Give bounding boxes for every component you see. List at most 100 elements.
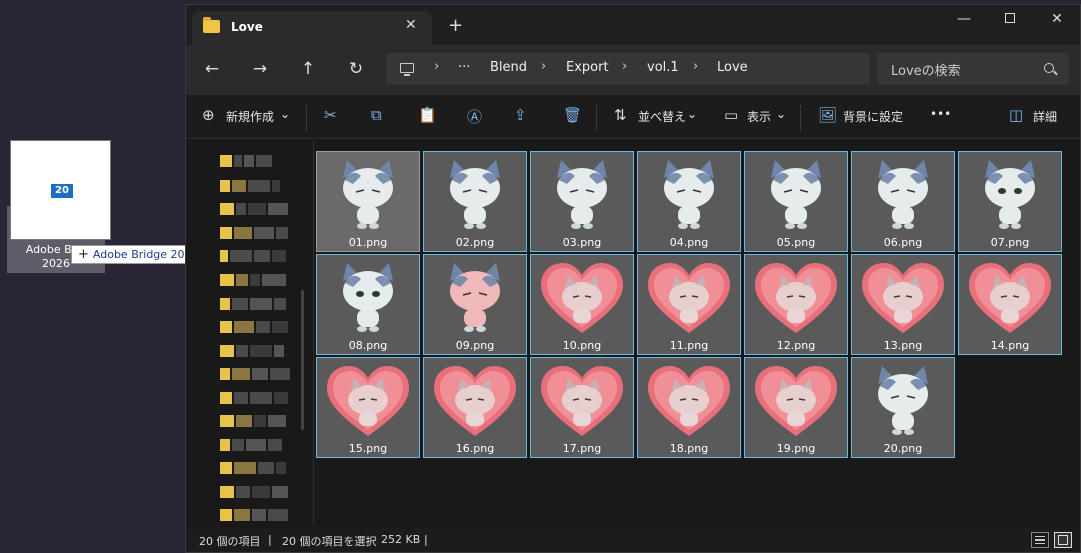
- status-bar: 20 個の項目 | 20 個の項目を選択 252 KB |: [186, 528, 1080, 552]
- file-item[interactable]: 01.png: [316, 151, 420, 252]
- blurred-pixel: [262, 274, 286, 286]
- chevron-right-icon[interactable]: ›: [434, 59, 439, 74]
- blurred-pixel: [268, 415, 286, 427]
- file-name: 12.png: [776, 339, 816, 352]
- delete-icon[interactable]: 🗑: [563, 106, 582, 124]
- file-grid[interactable]: 01.png 02.png 03.png 04.png 05.png 06.png 07.p…: [315, 140, 1080, 525]
- breadcrumb-blend[interactable]: Blend: [490, 60, 527, 75]
- file-name: 20.png: [883, 442, 923, 455]
- view-icon: ▭: [724, 106, 739, 124]
- folder-icon: [203, 17, 220, 33]
- search-icon[interactable]: [1044, 63, 1054, 73]
- sidebar-scrollbar[interactable]: [301, 290, 304, 430]
- plus-icon: +: [78, 247, 89, 262]
- chevron-down-icon[interactable]: ⌄: [687, 107, 697, 121]
- refresh-button[interactable]: ↻: [346, 59, 366, 79]
- blurred-pixel: [220, 345, 234, 357]
- divider: [596, 105, 597, 131]
- file-item[interactable]: 04.png: [637, 151, 741, 252]
- file-item[interactable]: 13.png: [851, 254, 955, 355]
- chevron-down-icon[interactable]: ⌄: [776, 107, 786, 121]
- blurred-pixel: [272, 321, 288, 333]
- list-icon: [1035, 536, 1045, 544]
- paste-icon[interactable]: 📋: [418, 106, 437, 124]
- file-item[interactable]: 02.png: [423, 151, 527, 252]
- file-item[interactable]: 08.png: [316, 254, 420, 355]
- blurred-pixel: [252, 368, 268, 380]
- file-item[interactable]: 14.png: [958, 254, 1062, 355]
- file-thumbnail: [751, 154, 841, 236]
- file-thumbnail: [430, 360, 520, 442]
- file-thumbnail: [858, 360, 948, 442]
- file-item[interactable]: 17.png: [530, 357, 634, 458]
- file-name: 07.png: [990, 236, 1030, 249]
- large-icons-view-button[interactable]: [1054, 532, 1072, 548]
- blurred-pixel: [220, 274, 234, 286]
- close-tab-icon[interactable]: ✕: [405, 17, 417, 33]
- search-box[interactable]: Loveの検索: [877, 53, 1069, 85]
- blurred-pixel: [256, 321, 270, 333]
- drag-thumbnail: 20: [10, 140, 111, 240]
- rename-icon[interactable]: Ⓐ: [467, 106, 482, 127]
- breadcrumb-overflow[interactable]: ···: [458, 60, 470, 75]
- file-item[interactable]: 19.png: [744, 357, 848, 458]
- details-icon: ◫: [1009, 106, 1024, 124]
- back-button[interactable]: ←: [202, 59, 222, 79]
- tab-title: Love: [231, 20, 263, 34]
- blurred-pixel: [254, 415, 266, 427]
- set-as-background-button[interactable]: 背景に設定: [843, 108, 903, 125]
- new-tab-button[interactable]: +: [448, 15, 463, 36]
- maximize-button[interactable]: [987, 11, 1033, 27]
- cut-icon[interactable]: ✂: [324, 106, 337, 124]
- copy-icon[interactable]: ⧉: [371, 106, 382, 124]
- forward-button[interactable]: →: [250, 59, 270, 79]
- file-explorer-window: Love ✕ + — ✕ ← → ↑ ↻ › ··· Blend › Expor…: [185, 4, 1081, 553]
- view-button[interactable]: 表示: [747, 108, 771, 125]
- file-item[interactable]: 20.png: [851, 357, 955, 458]
- share-icon[interactable]: ⇪: [514, 106, 527, 124]
- chevron-right-icon[interactable]: ›: [541, 59, 546, 74]
- blurred-pixel: [234, 392, 248, 404]
- details-view-button[interactable]: [1031, 532, 1049, 548]
- blurred-pixel: [274, 345, 284, 357]
- blurred-pixel: [234, 462, 256, 474]
- chevron-right-icon[interactable]: ›: [693, 59, 698, 74]
- file-item[interactable]: 06.png: [851, 151, 955, 252]
- tab-love[interactable]: Love ✕: [192, 11, 432, 45]
- blurred-pixel: [234, 155, 242, 167]
- details-button[interactable]: 詳細: [1033, 108, 1057, 125]
- file-item[interactable]: 10.png: [530, 254, 634, 355]
- sort-button[interactable]: 並べ替え: [638, 108, 686, 125]
- breadcrumb-vol1[interactable]: vol.1: [647, 60, 679, 75]
- navigation-pane[interactable]: [186, 140, 314, 525]
- blurred-pixel: [232, 298, 248, 310]
- close-button[interactable]: ✕: [1034, 11, 1080, 27]
- file-item[interactable]: 16.png: [423, 357, 527, 458]
- file-item[interactable]: 11.png: [637, 254, 741, 355]
- breadcrumb-export[interactable]: Export: [566, 60, 609, 75]
- drag-count-badge: 20: [51, 184, 73, 198]
- file-thumbnail: [858, 257, 948, 339]
- file-item[interactable]: 18.png: [637, 357, 741, 458]
- blurred-pixel: [234, 321, 254, 333]
- minimize-button[interactable]: —: [941, 11, 987, 27]
- new-button[interactable]: 新規作成: [226, 108, 274, 125]
- file-item[interactable]: 09.png: [423, 254, 527, 355]
- file-item[interactable]: 05.png: [744, 151, 848, 252]
- file-item[interactable]: 07.png: [958, 151, 1062, 252]
- file-item[interactable]: 12.png: [744, 254, 848, 355]
- chevron-right-icon[interactable]: ›: [622, 59, 627, 74]
- search-placeholder: Loveの検索: [891, 64, 961, 79]
- file-thumbnail: [430, 154, 520, 236]
- blurred-pixel: [272, 486, 288, 498]
- blurred-pixel: [268, 439, 282, 451]
- address-bar[interactable]: › ··· Blend › Export › vol.1 › Love: [386, 53, 870, 85]
- blurred-pixel: [248, 203, 266, 215]
- chevron-down-icon[interactable]: ⌄: [280, 107, 290, 121]
- file-item[interactable]: 15.png: [316, 357, 420, 458]
- blurred-pixel: [252, 486, 270, 498]
- more-options-button[interactable]: •••: [930, 107, 951, 121]
- file-item[interactable]: 03.png: [530, 151, 634, 252]
- breadcrumb-love[interactable]: Love: [717, 60, 748, 75]
- up-button[interactable]: ↑: [298, 59, 318, 79]
